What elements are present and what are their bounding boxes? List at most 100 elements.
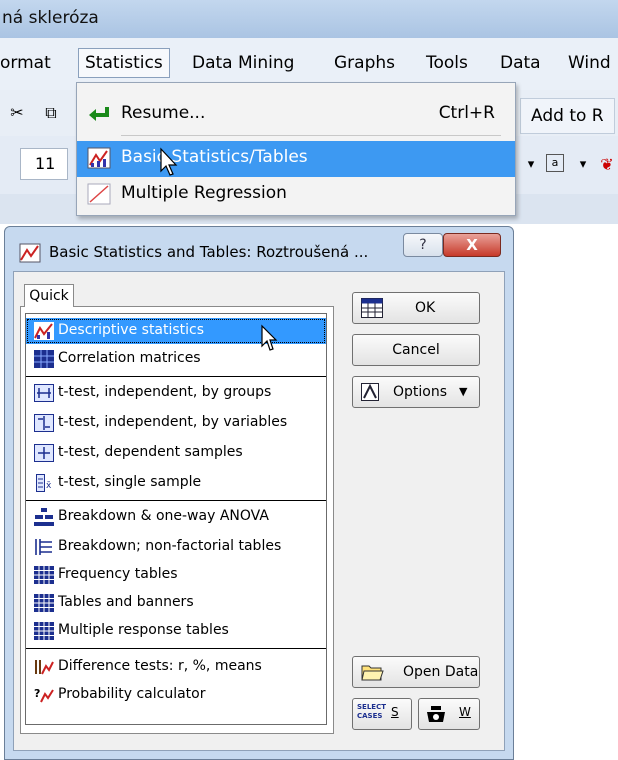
align-box-icon[interactable]: a: [546, 154, 564, 172]
weight-button[interactable]: W: [418, 698, 480, 730]
list-item-breakdown-anova[interactable]: Breakdown & one-way ANOVA: [26, 504, 326, 530]
menu-separator: [121, 135, 501, 136]
menu-item-label: Basic Statistics/Tables: [121, 147, 308, 167]
align-dropdown-icon[interactable]: ▾: [572, 154, 594, 176]
menu-item-basic-statistics[interactable]: Basic Statistics/Tables: [77, 141, 515, 177]
list-item-label: Multiple response tables: [58, 622, 229, 638]
menu-format[interactable]: ormat: [0, 49, 57, 77]
dialog-app-icon: [19, 243, 41, 263]
dialog-title: Basic Statistics and Tables: Roztroušená…: [49, 243, 369, 261]
mouse-cursor-icon: [160, 147, 178, 176]
descriptive-icon: [34, 322, 54, 340]
select-cases-key: S: [391, 705, 399, 719]
ttest-groups-icon: [34, 384, 54, 402]
menu-item-shortcut: Ctrl+R: [438, 103, 495, 123]
list-item-label: Frequency tables: [58, 566, 178, 582]
svg-text:?: ?: [34, 687, 40, 700]
list-item-ttest-dependent[interactable]: t-test, dependent samples: [26, 440, 326, 466]
resume-icon: [89, 107, 109, 121]
window-title: ná skleróza: [2, 8, 99, 28]
tab-panel-quick: Descriptive statistics Correlation matri…: [20, 306, 334, 734]
weight-key: W: [459, 705, 471, 719]
menu-window[interactable]: Wind: [562, 49, 617, 77]
options-label: Options: [393, 384, 448, 400]
ok-label: OK: [415, 300, 436, 316]
dialog-body: Quick Descriptive statistics Correlation…: [13, 271, 505, 751]
list-item-label: Probability calculator: [58, 686, 206, 702]
open-data-button[interactable]: Open Data: [352, 656, 480, 688]
options-button[interactable]: Options ▼: [352, 376, 480, 408]
list-item-frequency-tables[interactable]: Frequency tables: [26, 562, 326, 588]
breakdown-anova-icon: [34, 508, 54, 526]
list-item-ttest-variables[interactable]: t-test, independent, by variables: [26, 410, 326, 436]
select-cases-icon: SELECT CASES: [357, 703, 386, 720]
menu-graphs[interactable]: Graphs: [328, 49, 401, 77]
list-item-tables-banners[interactable]: Tables and banners: [26, 590, 326, 616]
list-item-label: Breakdown; non-factorial tables: [58, 538, 282, 554]
ttest-single-icon: x̄: [36, 474, 52, 492]
close-button[interactable]: X: [443, 233, 501, 257]
window-title-bar: ná skleróza: [0, 0, 618, 38]
breakdown-nonfactorial-icon: [35, 539, 52, 555]
list-item-correlation-matrices[interactable]: Correlation matrices: [26, 346, 326, 372]
menu-item-resume[interactable]: Resume... Ctrl+R: [77, 97, 515, 133]
list-item-label: t-test, dependent samples: [58, 444, 243, 460]
font-size-field[interactable]: 11: [20, 148, 68, 180]
open-data-label: Open Data: [403, 664, 479, 680]
menu-data[interactable]: Data: [494, 49, 547, 77]
multiple-response-icon: [34, 622, 54, 640]
open-folder-icon: [361, 665, 384, 681]
tables-banners-icon: [34, 594, 54, 612]
menu-data-mining[interactable]: Data Mining: [186, 49, 300, 77]
list-item-label: Difference tests: r, %, means: [58, 658, 262, 674]
add-to-button[interactable]: Add to R: [520, 98, 615, 134]
menu-tools[interactable]: Tools: [420, 49, 474, 77]
basic-stats-icon: [87, 147, 111, 169]
color-picker-icon[interactable]: ❦: [596, 154, 618, 176]
options-icon: [361, 383, 379, 401]
underline-dropdown-icon[interactable]: ▾: [520, 154, 542, 176]
menu-item-label: Multiple Regression: [121, 183, 287, 203]
mouse-cursor-icon: [261, 324, 278, 351]
menu-item-label: Resume...: [121, 103, 206, 123]
list-item-descriptive-statistics[interactable]: Descriptive statistics: [26, 318, 326, 344]
list-item-probability-calculator[interactable]: ? Probability calculator: [26, 682, 326, 708]
list-item-breakdown-nonfactorial[interactable]: Breakdown; non-factorial tables: [26, 534, 326, 560]
list-item-label: t-test, single sample: [58, 474, 202, 490]
weight-icon: [427, 706, 445, 722]
help-button[interactable]: ?: [403, 233, 443, 257]
basic-statistics-dialog: Basic Statistics and Tables: Roztroušená…: [4, 226, 514, 760]
regression-icon: [87, 183, 111, 205]
list-item-label: Descriptive statistics: [58, 322, 205, 338]
list-separator: [26, 500, 326, 501]
ttest-variables-icon: [34, 414, 54, 432]
list-separator: [26, 648, 326, 649]
cancel-button[interactable]: Cancel: [352, 334, 480, 366]
svg-text:x̄: x̄: [46, 481, 52, 491]
probability-icon: ?: [34, 687, 54, 703]
ttest-dependent-icon: [34, 444, 54, 462]
list-item-ttest-groups[interactable]: t-test, independent, by groups: [26, 380, 326, 406]
menu-item-multiple-regression[interactable]: Multiple Regression: [77, 177, 515, 213]
list-item-label: Tables and banners: [58, 594, 194, 610]
statistics-menu: Resume... Ctrl+R Basic Statistics/Tables…: [76, 82, 516, 216]
cut-icon[interactable]: ✂: [6, 102, 28, 124]
list-separator: [26, 376, 326, 377]
list-item-label: t-test, independent, by groups: [58, 384, 272, 400]
menu-statistics[interactable]: Statistics: [78, 48, 170, 78]
list-item-label: Breakdown & one-way ANOVA: [58, 508, 269, 524]
chevron-down-icon: ▼: [459, 385, 468, 398]
list-item-label: Correlation matrices: [58, 350, 201, 366]
select-cases-button[interactable]: SELECT CASES S: [352, 698, 412, 730]
list-item-multiple-response[interactable]: Multiple response tables: [26, 618, 326, 644]
tab-quick[interactable]: Quick: [24, 284, 74, 307]
frequency-icon: [34, 566, 54, 584]
list-item-label: t-test, independent, by variables: [58, 414, 288, 430]
list-item-difference-tests[interactable]: Difference tests: r, %, means: [26, 654, 326, 680]
ok-button[interactable]: OK: [352, 292, 480, 324]
ok-grid-icon: [361, 298, 383, 318]
copy-icon[interactable]: ⧉: [40, 102, 62, 124]
list-item-ttest-single[interactable]: x̄ t-test, single sample: [26, 470, 326, 496]
difference-tests-icon: [35, 660, 54, 675]
correlation-icon: [34, 350, 54, 368]
